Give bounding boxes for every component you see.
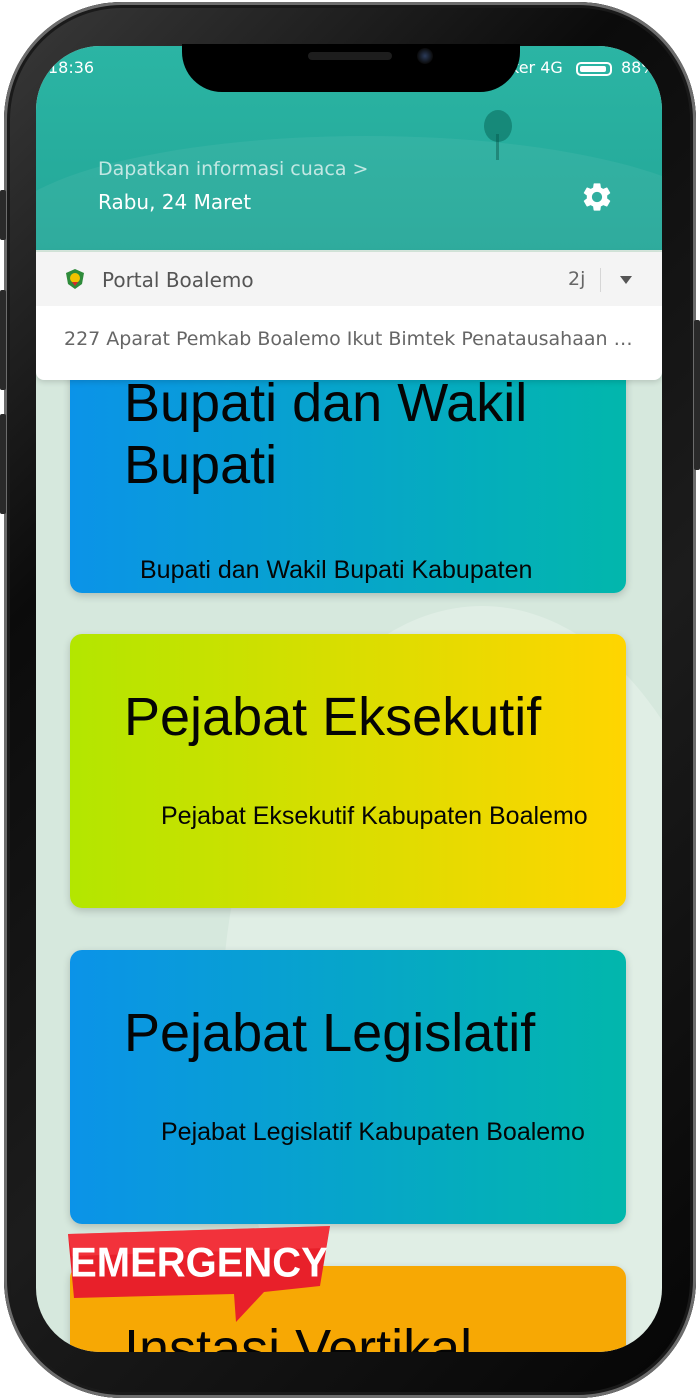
weather-info-link[interactable]: Dapatkan informasi cuaca > bbox=[98, 158, 368, 180]
card-title-line: Bupati bbox=[124, 435, 278, 495]
battery-icon bbox=[575, 61, 612, 76]
side-button bbox=[0, 414, 6, 514]
status-time: 18:36 bbox=[48, 58, 95, 77]
side-button bbox=[694, 320, 700, 470]
notification-app-name: Portal Boalemo bbox=[102, 268, 254, 292]
portal-boalemo-logo-icon bbox=[66, 269, 84, 289]
card-title: Pejabat Eksekutif bbox=[124, 687, 542, 747]
weather-date: Rabu, 24 Maret bbox=[98, 190, 252, 214]
phone-frame: 18:36 ker 4G 88% Dapatkan informasi cuac… bbox=[0, 0, 700, 1400]
side-button bbox=[0, 190, 6, 240]
divider bbox=[600, 268, 601, 292]
phone-screen: 18:36 ker 4G 88% Dapatkan informasi cuac… bbox=[36, 46, 662, 1352]
front-camera bbox=[417, 48, 433, 64]
card-title: Pejabat Legislatif bbox=[124, 1003, 536, 1063]
notification-time: 2j bbox=[568, 268, 586, 290]
battery-percent: 88% bbox=[620, 58, 657, 77]
emergency-button[interactable]: EMERGENCY bbox=[68, 1226, 330, 1322]
status-indicators: ker 4G 88% bbox=[510, 58, 657, 77]
card-title-line: Bupati dan Wakil bbox=[124, 373, 528, 433]
speaker-grille bbox=[308, 52, 392, 60]
chevron-down-icon[interactable] bbox=[618, 274, 634, 286]
notification-card[interactable]: Portal Boalemo 2j 227 Aparat Pemkab Boal… bbox=[36, 252, 662, 380]
gear-icon[interactable] bbox=[580, 180, 614, 214]
notification-text: 227 Aparat Pemkab Boalemo Ikut Bimtek Pe… bbox=[64, 328, 634, 350]
card-title: Instasi Vertikal bbox=[124, 1319, 473, 1352]
tree-decoration bbox=[484, 110, 512, 142]
emergency-label: EMERGENCY bbox=[70, 1239, 328, 1286]
notification-header: Portal Boalemo 2j bbox=[36, 252, 662, 306]
card-subtitle: Pejabat Eksekutif Kabupaten Boalemo bbox=[161, 802, 588, 830]
card-pejabat-legislatif[interactable]: Pejabat Legislatif Pejabat Legislatif Ka… bbox=[70, 950, 626, 1224]
side-button bbox=[0, 290, 6, 390]
card-subtitle: Pejabat Legislatif Kabupaten Boalemo bbox=[161, 1118, 585, 1146]
card-pejabat-eksekutif[interactable]: Pejabat Eksekutif Pejabat Eksekutif Kabu… bbox=[70, 634, 626, 908]
card-title: Bupati dan Wakil Bupati bbox=[124, 372, 527, 496]
card-subtitle: Bupati dan Wakil Bupati Kabupaten bbox=[140, 556, 533, 584]
